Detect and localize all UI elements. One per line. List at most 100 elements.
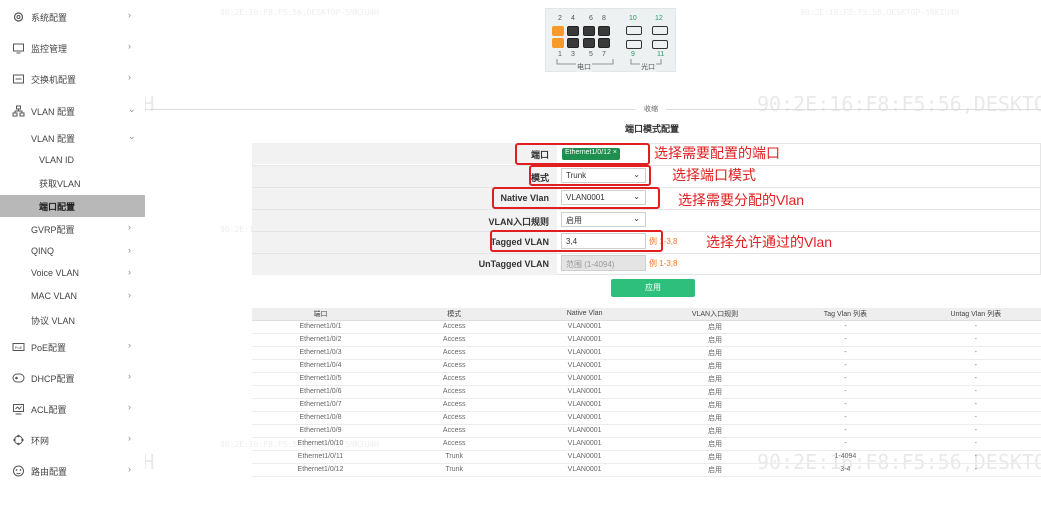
sidebar-sub-voice-vlan[interactable]: Voice VLAN ›: [0, 263, 145, 285]
annotation-box-native: [492, 187, 660, 209]
table-cell: -: [780, 346, 911, 360]
copper-port-7[interactable]: [598, 38, 610, 48]
copper-port-3[interactable]: [567, 38, 579, 48]
sidebar-item-label: 路由配置: [31, 467, 68, 477]
label-cell: UnTagged VLAN: [252, 254, 557, 275]
untagged-vlan-input[interactable]: 范围 (1-4094): [561, 255, 646, 271]
apply-button[interactable]: 应用: [611, 279, 695, 297]
ingress-rule-label: VLAN入口规则: [488, 217, 550, 227]
table-cell: Access: [389, 320, 520, 334]
table-cell: -: [910, 372, 1041, 386]
table-cell: 启用: [649, 346, 781, 360]
table-cell: VLAN0001: [519, 450, 650, 464]
table-cell: 启用: [649, 320, 781, 334]
copper-port-1[interactable]: [552, 38, 564, 48]
ingress-rule-select[interactable]: 启用 ⌄: [561, 212, 646, 227]
table-cell: -: [910, 359, 1041, 373]
chevron-right-icon: ›: [128, 371, 131, 381]
sidebar-item-label: 系统配置: [31, 13, 68, 23]
table-row[interactable]: Ethernet1/0/4 Access VLAN0001 启用 - -: [252, 359, 1041, 373]
table-cell: -: [780, 320, 911, 334]
table-row[interactable]: Ethernet1/0/7 Access VLAN0001 启用 - -: [252, 398, 1041, 412]
table-cell: VLAN0001: [519, 385, 650, 399]
fiber-port-12[interactable]: [652, 26, 668, 35]
table-cell: Access: [389, 385, 520, 399]
table-row[interactable]: Ethernet1/0/9 Access VLAN0001 启用 - -: [252, 424, 1041, 438]
port-number-12: 12: [655, 15, 663, 22]
sidebar-item-poe[interactable]: PoE PoE配置 ›: [0, 336, 145, 358]
untagged-vlan-hint: 例 1-3,8: [649, 259, 678, 268]
table-cell: Ethernet1/0/2: [252, 333, 389, 347]
table-cell: VLAN0001: [519, 333, 650, 347]
table-cell: Ethernet1/0/3: [252, 346, 389, 360]
sidebar-sub-mac-vlan[interactable]: MAC VLAN ›: [0, 286, 145, 308]
sidebar-item-label: VLAN 配置: [31, 134, 76, 144]
sidebar-item-label: GVRP配置: [31, 225, 75, 235]
table-cell: VLAN0001: [519, 437, 650, 451]
sidebar-sub-vlan-id[interactable]: VLAN ID: [0, 150, 145, 172]
annotation-box-mode: [529, 165, 651, 186]
table-cell: -: [910, 385, 1041, 399]
chevron-right-icon: ›: [128, 41, 131, 51]
sidebar-sub-gvrp[interactable]: GVRP配置 ›: [0, 218, 145, 240]
port-number-10: 10: [629, 15, 637, 22]
fiber-port-9[interactable]: [626, 40, 642, 49]
sidebar-item-monitoring[interactable]: 监控管理 ›: [0, 37, 145, 59]
table-row[interactable]: Ethernet1/0/5 Access VLAN0001 启用 - -: [252, 372, 1041, 386]
copper-port-2[interactable]: [552, 26, 564, 36]
table-cell: VLAN0001: [519, 424, 650, 438]
table-cell: -: [780, 385, 911, 399]
copper-group-label: 电口: [576, 62, 592, 72]
col-header-untag-vlan: Untag Vlan 列表: [910, 308, 1041, 321]
table-cell: -: [910, 463, 1041, 477]
table-row[interactable]: Ethernet1/0/12 Trunk VLAN0001 启用 3-4-: [252, 463, 1041, 477]
sidebar-item-vlan-config[interactable]: VLAN 配置 ⌄: [0, 100, 145, 122]
sidebar-item-label: QINQ: [31, 246, 55, 256]
sidebar-sub-port-config[interactable]: 端口配置: [0, 195, 145, 217]
sidebar-sub-vlan-config[interactable]: VLAN 配置 ⌄: [0, 127, 145, 149]
sidebar-sub-get-vlan[interactable]: 获取VLAN: [0, 172, 145, 194]
table-row[interactable]: Ethernet1/0/11 Trunk VLAN0001 启用 1-4094-: [252, 450, 1041, 464]
fiber-port-11[interactable]: [652, 40, 668, 49]
table-cell: Trunk: [389, 450, 520, 464]
sidebar-item-label: 获取VLAN: [39, 179, 81, 189]
table-cell: Access: [389, 411, 520, 425]
copper-port-5[interactable]: [583, 38, 595, 48]
sidebar-item-routing[interactable]: 路由配置 ›: [0, 460, 145, 482]
sidebar-item-acl[interactable]: ACL配置 ›: [0, 398, 145, 420]
sidebar-item-switch-config[interactable]: 交换机配置 ›: [0, 68, 145, 90]
copper-port-8[interactable]: [598, 26, 610, 36]
table-row[interactable]: Ethernet1/0/6 Access VLAN0001 启用 - -: [252, 385, 1041, 399]
port-number-8: 8: [602, 15, 606, 22]
sidebar: 系统配置 › 监控管理 › 交换机配置 › VLAN 配置 ⌄ VLAN 配置 …: [0, 0, 145, 505]
table-row[interactable]: Ethernet1/0/8 Access VLAN0001 启用 - -: [252, 411, 1041, 425]
sidebar-item-ring[interactable]: 环网 ›: [0, 429, 145, 451]
port-number-5: 5: [589, 51, 593, 58]
form-row-untagged: UnTagged VLAN: [252, 253, 1041, 275]
table-row[interactable]: Ethernet1/0/3 Access VLAN0001 启用 - -: [252, 346, 1041, 360]
sidebar-item-system-config[interactable]: 系统配置 ›: [0, 6, 145, 28]
chevron-down-icon: ⌄: [633, 214, 640, 223]
table-row[interactable]: Ethernet1/0/1 Access VLAN0001 启用 - -: [252, 320, 1041, 334]
col-header-native-vlan: Native Vlan: [519, 308, 650, 321]
table-cell: VLAN0001: [519, 463, 650, 477]
collapse-toggle[interactable]: 收缩: [641, 104, 661, 114]
fiber-port-10[interactable]: [626, 26, 642, 35]
table-cell: 启用: [649, 385, 781, 399]
table-cell: Ethernet1/0/12: [252, 463, 389, 477]
table-row[interactable]: Ethernet1/0/10 Access VLAN0001 启用 - -: [252, 437, 1041, 451]
ring-network-icon: [13, 434, 24, 446]
sidebar-sub-qinq[interactable]: QINQ ›: [0, 241, 145, 263]
copper-port-4[interactable]: [567, 26, 579, 36]
sidebar-item-dhcp[interactable]: DHCP配置 ›: [0, 367, 145, 389]
table-cell: 启用: [649, 463, 781, 477]
table-row[interactable]: Ethernet1/0/2 Access VLAN0001 启用 - -: [252, 333, 1041, 347]
sidebar-item-label: 协议 VLAN: [31, 316, 76, 326]
annotation-text-mode: 选择端口模式: [672, 167, 756, 183]
table-cell: Ethernet1/0/8: [252, 411, 389, 425]
chevron-right-icon: ›: [128, 340, 131, 350]
sidebar-sub-protocol-vlan[interactable]: 协议 VLAN: [0, 309, 145, 331]
chevron-down-icon: ⌄: [128, 104, 136, 114]
annotation-text-port: 选择需要配置的端口: [654, 145, 780, 161]
copper-port-6[interactable]: [583, 26, 595, 36]
